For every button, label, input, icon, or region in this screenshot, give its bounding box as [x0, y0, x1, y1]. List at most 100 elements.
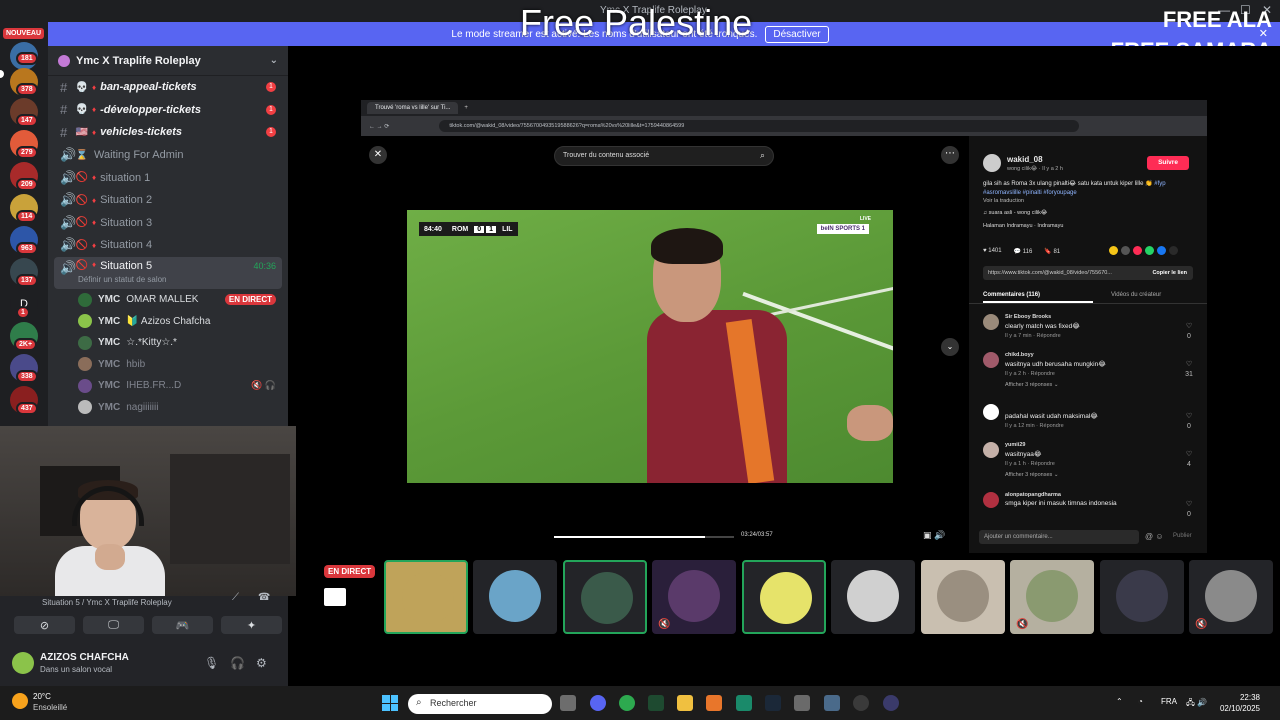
voice-member[interactable]: YMC OMAR MALLEK EN DIRECT — [48, 289, 288, 311]
show-replies-link[interactable]: Afficher 3 réponses ⌄ — [1005, 472, 1058, 478]
browser-tab[interactable]: Trouvé 'roma vs lille' sur Ti... — [367, 102, 459, 114]
embed-icon[interactable] — [1121, 246, 1130, 255]
channel-situation-1[interactable]: 🔊 🚫 ♦ situation 1 — [48, 166, 288, 189]
chevron-down-icon[interactable]: ⌄ — [941, 338, 959, 356]
mention-icon[interactable]: @ ☺ — [1145, 532, 1164, 541]
voice-member[interactable]: YMC ☆.*Kitty☆.* — [48, 332, 288, 354]
participant-tile[interactable]: 🔇 — [1010, 560, 1094, 634]
volume-icon[interactable]: ▣ 🔊 — [923, 530, 945, 541]
video-progress-bar[interactable] — [554, 536, 734, 538]
chevron-down-icon[interactable]: ⌄ — [270, 55, 278, 66]
avatar[interactable] — [983, 352, 999, 368]
like-count[interactable]: ♥ 1401 — [983, 248, 1002, 255]
author-name[interactable]: wakid_08 — [1007, 155, 1043, 164]
channel-status-placeholder[interactable]: Définir un statut de salon — [78, 275, 167, 284]
avatar[interactable] — [983, 492, 999, 508]
post-comment-button[interactable]: Publier — [1173, 533, 1192, 539]
camera-toggle-button[interactable]: ⊘ — [14, 616, 75, 634]
author-avatar[interactable] — [983, 154, 1001, 172]
participant-tile[interactable] — [831, 560, 915, 634]
copy-link-button[interactable]: Copier le lien — [1152, 270, 1187, 276]
comment-like[interactable]: ♡ 0 — [1183, 412, 1195, 432]
participant-tile[interactable] — [1100, 560, 1184, 634]
participant-tile[interactable]: 🔇 — [652, 560, 736, 634]
share-screen-button[interactable]: 🖵 — [83, 616, 144, 634]
comment-user[interactable]: alonpatopangdharma — [1005, 492, 1061, 498]
channel-situation-4[interactable]: 🔊 🚫 ♦ Situation 4 — [48, 234, 288, 257]
comment-like[interactable]: ♡ 0 — [1183, 500, 1195, 520]
discord-icon[interactable] — [590, 695, 606, 711]
media-player-icon[interactable] — [883, 695, 899, 711]
taskbar-search[interactable]: ⌕ Rechercher — [408, 694, 552, 714]
participant-tile-stream[interactable]: EN DIRECT — [296, 560, 380, 634]
wifi-icon[interactable]: ◔ — [1138, 697, 1143, 706]
participant-tile[interactable] — [473, 560, 557, 634]
voice-member[interactable]: YMC 🔰 Azizos Chafcha — [48, 310, 288, 332]
avatar[interactable] — [983, 404, 999, 420]
facebook-icon[interactable] — [1157, 246, 1166, 255]
whatsapp-icon[interactable] — [1145, 246, 1154, 255]
channel-situation-3[interactable]: 🔊 🚫 ♦ Situation 3 — [48, 212, 288, 235]
sound-label[interactable]: ♫ suara asli - wong cilik😂 — [983, 210, 1047, 216]
tray-overflow-icon[interactable]: ⌃ — [1116, 697, 1123, 706]
disable-streamer-mode-button[interactable]: Désactiver — [765, 25, 829, 43]
voice-connection-label[interactable]: Situation 5 / Ymc X Traplife Roleplay — [42, 598, 172, 607]
network-icon[interactable]: 🖧 🔊 — [1186, 697, 1207, 711]
voice-member[interactable]: YMC IHEB.FR...D 🔇 🎧 — [48, 375, 288, 397]
comment-like[interactable]: ♡ 0 — [1183, 322, 1195, 342]
comment-count[interactable]: 💬 116 — [1014, 248, 1033, 255]
username[interactable]: AZIZOS CHAFCHA — [40, 652, 129, 663]
channel-vehicles-tickets[interactable]: # 🇺🇸 ♦ vehicles-tickets 1 — [48, 121, 288, 144]
show-replies-link[interactable]: Afficher 3 réponses ⌄ — [1005, 382, 1058, 388]
chrome-icon[interactable] — [619, 695, 635, 711]
video-frame[interactable]: 84:40 ROM 0 1 LIL beIN SPORTS 1 LIVE — [407, 210, 893, 483]
more-options-icon[interactable]: ⋯ — [941, 146, 959, 164]
participant-tile[interactable] — [384, 560, 468, 634]
participant-tile[interactable] — [563, 560, 647, 634]
forward-icon[interactable] — [1169, 246, 1178, 255]
location-label[interactable]: Halaman Indramayu · Indramayu — [983, 223, 1063, 229]
voice-member[interactable]: YMC nagiiiiiii — [48, 396, 288, 418]
avatar[interactable] — [983, 442, 999, 458]
gear-icon[interactable]: ⚙ — [256, 656, 267, 670]
comment-like[interactable]: ♡ 4 — [1183, 450, 1195, 470]
app-icon[interactable] — [648, 695, 664, 711]
noise-suppression-icon[interactable]: ⟋ — [232, 592, 239, 603]
video-link[interactable]: https://www.tiktok.com/@wakid_08/video/7… — [988, 270, 1112, 276]
share-icon[interactable] — [1109, 246, 1118, 255]
avatar[interactable] — [983, 314, 999, 330]
disconnect-icon[interactable]: ☎ — [258, 592, 270, 603]
participant-tile[interactable] — [742, 560, 826, 634]
soundboard-button[interactable]: ✦ — [221, 616, 282, 634]
participant-tile[interactable] — [921, 560, 1005, 634]
comment-user[interactable]: yumii29 — [1005, 442, 1025, 448]
tab-comments[interactable]: Commentaires (116) — [983, 292, 1093, 303]
search-icon[interactable]: ⌕ — [760, 150, 765, 161]
channel-situation-2[interactable]: 🔊 🚫 ♦ Situation 2 — [48, 189, 288, 212]
comment-user[interactable]: Sir Ebooy Brooks — [1005, 314, 1051, 320]
channel-waiting-for-admin[interactable]: 🔊 ⌛ Waiting For Admin — [48, 144, 288, 167]
avatar[interactable] — [12, 652, 34, 674]
start-menu-icon[interactable] — [382, 695, 398, 711]
follow-button[interactable]: Suivre — [1147, 156, 1189, 170]
tab-creator-videos[interactable]: Vidéos du créateur — [1111, 292, 1161, 298]
calculator-icon[interactable] — [794, 695, 810, 711]
close-icon[interactable]: ✕ — [369, 146, 387, 164]
file-explorer-icon[interactable] — [677, 695, 693, 711]
language-indicator[interactable]: FRA — [1161, 697, 1177, 706]
new-tab-icon[interactable]: + — [464, 105, 468, 111]
app-icon[interactable] — [736, 695, 752, 711]
channel-situation-5[interactable]: 🔊 🚫 ♦ Situation 5 40:36 Définir un statu… — [54, 256, 282, 289]
microphone-icon[interactable]: 🎙 — [204, 656, 219, 670]
comment-user[interactable]: chikd.boyy — [1005, 352, 1034, 358]
clock[interactable]: 22:38 02/10/2025 — [1220, 692, 1260, 714]
app-icon[interactable] — [853, 695, 869, 711]
add-comment-input[interactable]: Ajouter un commentaire... — [979, 530, 1139, 544]
nav-arrows-icon[interactable]: ← → ⟳ — [369, 123, 389, 130]
task-view-icon[interactable] — [560, 695, 576, 711]
voice-member[interactable]: YMC hbib — [48, 353, 288, 375]
participant-tile[interactable]: 🔇 — [1189, 560, 1273, 634]
settings-icon[interactable] — [824, 695, 840, 711]
comment-like[interactable]: ♡ 31 — [1183, 360, 1195, 380]
url-bar[interactable]: tiktok.com/@wakid_08/video/7556700493519… — [439, 120, 1080, 132]
